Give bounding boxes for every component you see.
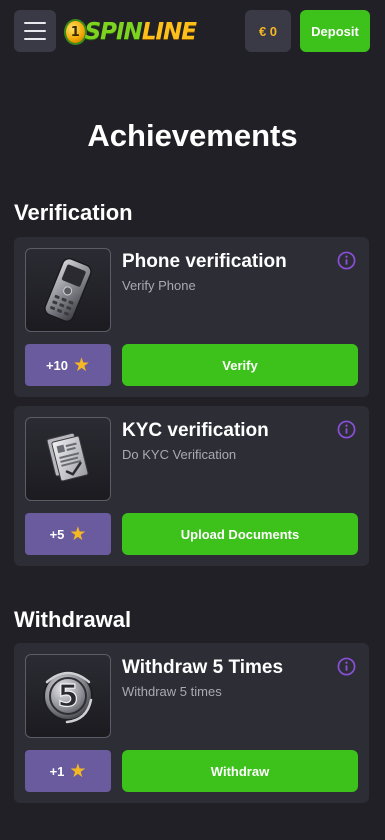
info-icon[interactable] [337,251,356,270]
menu-line-icon [24,30,46,32]
menu-button[interactable] [14,10,56,52]
phone-illustration [44,257,92,323]
logo-wordmark: SPINLINE [84,19,197,45]
logo[interactable]: 1 SPINLINE [64,14,197,50]
achievement-title: KYC verification [122,420,269,441]
points-badge: +10 ★ [25,344,111,386]
achievement-subtitle: Verify Phone [122,278,196,293]
achievement-card-withdraw-5-times: 5 Withdraw 5 Times Withdraw 5 times +1 ★… [14,643,369,803]
star-icon: ★ [69,523,87,545]
logo-line-text: LINE [141,19,197,45]
achievement-title: Withdraw 5 Times [122,657,284,678]
verify-button[interactable]: Verify [122,344,358,386]
star-icon: ★ [69,760,87,782]
five-badge-illustration: 5 [43,671,93,724]
points-value: +10 [45,357,68,373]
deposit-button[interactable]: Deposit [300,10,370,52]
info-icon[interactable] [337,420,356,439]
logo-coin-icon: 1 [64,19,87,45]
points-value: +1 [49,763,65,779]
number-five-badge-icon: 5 [25,654,111,738]
phone-icon [25,248,111,332]
points-badge: +1 ★ [25,750,111,792]
points-value: +5 [49,526,65,542]
points-badge: +5 ★ [25,513,111,555]
five-badge-number: 5 [58,679,79,714]
upload-documents-button[interactable]: Upload Documents [122,513,358,555]
document-illustration [46,432,89,482]
achievement-subtitle: Do KYC Verification [122,447,237,462]
menu-line-icon [24,22,46,24]
document-icon [25,417,111,501]
withdraw-button[interactable]: Withdraw [122,750,358,792]
star-icon: ★ [73,354,91,376]
achievement-card-kyc-verification: KYC verification Do KYC Verification +5 … [14,406,369,566]
achievement-title: Phone verification [122,251,287,272]
top-bar: 1 SPINLINE € 0 Deposit [0,0,385,62]
section-title-verification: Verification [14,200,133,225]
info-icon[interactable] [337,657,356,676]
menu-line-icon [24,38,46,40]
balance-button[interactable]: € 0 [245,10,291,52]
achievement-subtitle: Withdraw 5 times [122,684,222,699]
logo-spin-text: SPIN [84,19,143,45]
achievement-card-phone-verification: Phone verification Verify Phone +10 ★ Ve… [14,237,369,397]
section-title-withdrawal: Withdrawal [14,607,132,632]
page-title: Achievements [87,118,298,153]
